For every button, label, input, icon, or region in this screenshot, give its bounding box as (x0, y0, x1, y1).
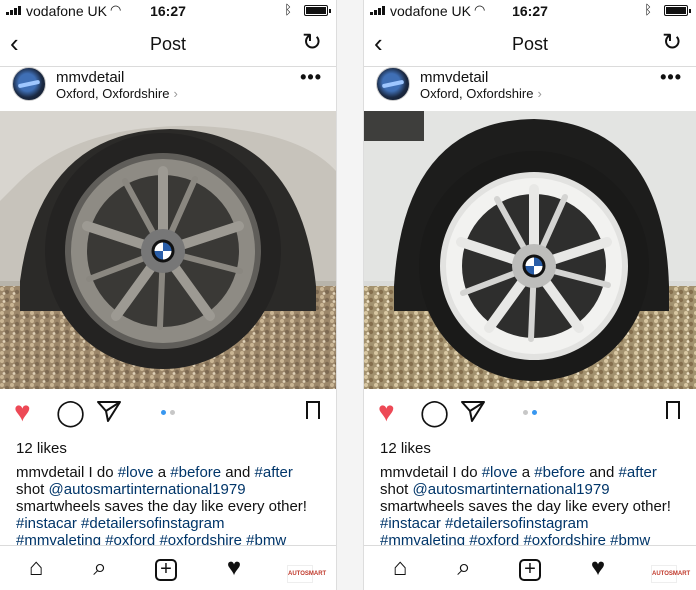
home-icon[interactable]: ⌂ (22, 554, 50, 582)
carousel-dot (161, 410, 166, 415)
carousel-indicator (0, 410, 336, 415)
tab-bar: ⌂ ⌕ + ♥ AUTOSMART (364, 545, 696, 590)
chevron-right-icon: › (173, 86, 178, 101)
mention-autosmart[interactable]: @autosmartinternational1979 (49, 481, 246, 498)
phone-screen-after: vodafone UK ◠ 16:27 ᛒ ‹ Post ↻ mmvdetail… (364, 0, 696, 590)
hashtag-love[interactable]: #love (482, 464, 518, 481)
caption-username[interactable]: mmvdetail (16, 464, 84, 481)
caption-text: a (517, 464, 535, 481)
page-title: Post (149, 34, 187, 54)
battery-icon (304, 5, 331, 16)
location-label: Oxford, Oxfordshire (56, 86, 170, 101)
hashtag-detailersofinstagram[interactable]: #detailersofinstagram (445, 515, 588, 532)
avatar[interactable] (376, 67, 410, 101)
nav-bar: ‹ Post ↻ (364, 22, 696, 67)
post-actions: ♥ ◯ (364, 397, 696, 431)
hashtag-instacar[interactable]: #instacar (16, 515, 77, 532)
carousel-indicator (364, 410, 696, 415)
home-icon[interactable]: ⌂ (386, 554, 414, 582)
mention-autosmart[interactable]: @autosmartinternational1979 (413, 481, 610, 498)
carousel-dot (532, 410, 537, 415)
more-icon[interactable]: ••• (660, 67, 682, 88)
post-caption: mmvdetail I do #love a #before and #afte… (380, 464, 686, 549)
post-username[interactable]: mmvdetail (420, 69, 488, 86)
hashtag-after[interactable]: #after (619, 464, 657, 481)
post-image[interactable] (364, 111, 696, 389)
status-bar: vodafone UK ◠ 16:27 ᛒ (0, 0, 336, 22)
refresh-icon[interactable]: ↻ (662, 30, 682, 56)
caption-text: smartwheels saves the day like every oth… (380, 498, 671, 515)
activity-heart-icon[interactable]: ♥ (584, 554, 612, 582)
location-label: Oxford, Oxfordshire (420, 86, 534, 101)
activity-heart-icon[interactable]: ♥ (220, 554, 248, 582)
add-icon[interactable]: + (152, 554, 180, 582)
screen-divider (336, 0, 364, 590)
hashtag-before[interactable]: #before (170, 464, 221, 481)
profile-icon[interactable]: AUTOSMART (286, 554, 326, 583)
carousel-dot (523, 410, 528, 415)
caption-text: and (221, 464, 255, 481)
more-icon[interactable]: ••• (300, 67, 322, 88)
likes-count[interactable]: 12 likes (16, 440, 67, 457)
post-header: mmvdetail Oxford, Oxfordshire › ••• (0, 67, 336, 111)
post-header: mmvdetail Oxford, Oxfordshire › ••• (364, 67, 696, 111)
bluetooth-icon: ᛒ (644, 2, 652, 17)
wheel-after-image (364, 111, 696, 389)
post-caption: mmvdetail I do #love a #before and #afte… (16, 464, 326, 549)
hashtag-detailersofinstagram[interactable]: #detailersofinstagram (81, 515, 224, 532)
caption-text: and (585, 464, 619, 481)
likes-count[interactable]: 12 likes (380, 440, 431, 457)
profile-label: AUTOSMART (651, 565, 690, 583)
caption-text: shot (380, 481, 413, 498)
add-icon[interactable]: + (516, 554, 544, 582)
hashtag-instacar[interactable]: #instacar (380, 515, 441, 532)
post-username[interactable]: mmvdetail (56, 69, 124, 86)
profile-icon[interactable]: AUTOSMART (650, 554, 690, 583)
caption-text: I do (448, 464, 482, 481)
search-icon[interactable]: ⌕ (86, 554, 114, 582)
post-location[interactable]: Oxford, Oxfordshire › (420, 86, 542, 101)
phone-screen-before: vodafone UK ◠ 16:27 ᛒ ‹ Post ↻ mmvdetail… (0, 0, 336, 590)
page-title: Post (511, 34, 549, 54)
caption-text: I do (84, 464, 118, 481)
search-icon[interactable]: ⌕ (450, 554, 478, 582)
carousel-dot (170, 410, 175, 415)
wheel-before-image (0, 111, 336, 389)
post-location[interactable]: Oxford, Oxfordshire › (56, 86, 178, 101)
post-actions: ♥ ◯ (0, 397, 336, 431)
bookmark-icon[interactable] (306, 401, 320, 425)
post-image[interactable] (0, 111, 336, 389)
status-bar: vodafone UK ◠ 16:27 ᛒ (364, 0, 696, 22)
caption-text: shot (16, 481, 49, 498)
bluetooth-icon: ᛒ (284, 2, 292, 17)
hashtag-love[interactable]: #love (118, 464, 154, 481)
nav-bar: ‹ Post ↻ (0, 22, 336, 67)
refresh-icon[interactable]: ↻ (302, 30, 322, 56)
battery-icon (664, 5, 691, 16)
hashtag-before[interactable]: #before (534, 464, 585, 481)
caption-text: smartwheels saves the day like every oth… (16, 498, 307, 515)
avatar[interactable] (12, 67, 46, 101)
tab-bar: ⌂ ⌕ + ♥ AUTOSMART (0, 545, 336, 590)
hashtag-after[interactable]: #after (255, 464, 293, 481)
caption-username[interactable]: mmvdetail (380, 464, 448, 481)
profile-label: AUTOSMART (287, 565, 326, 583)
caption-text: a (153, 464, 171, 481)
chevron-right-icon: › (537, 86, 542, 101)
bookmark-icon[interactable] (666, 401, 680, 425)
